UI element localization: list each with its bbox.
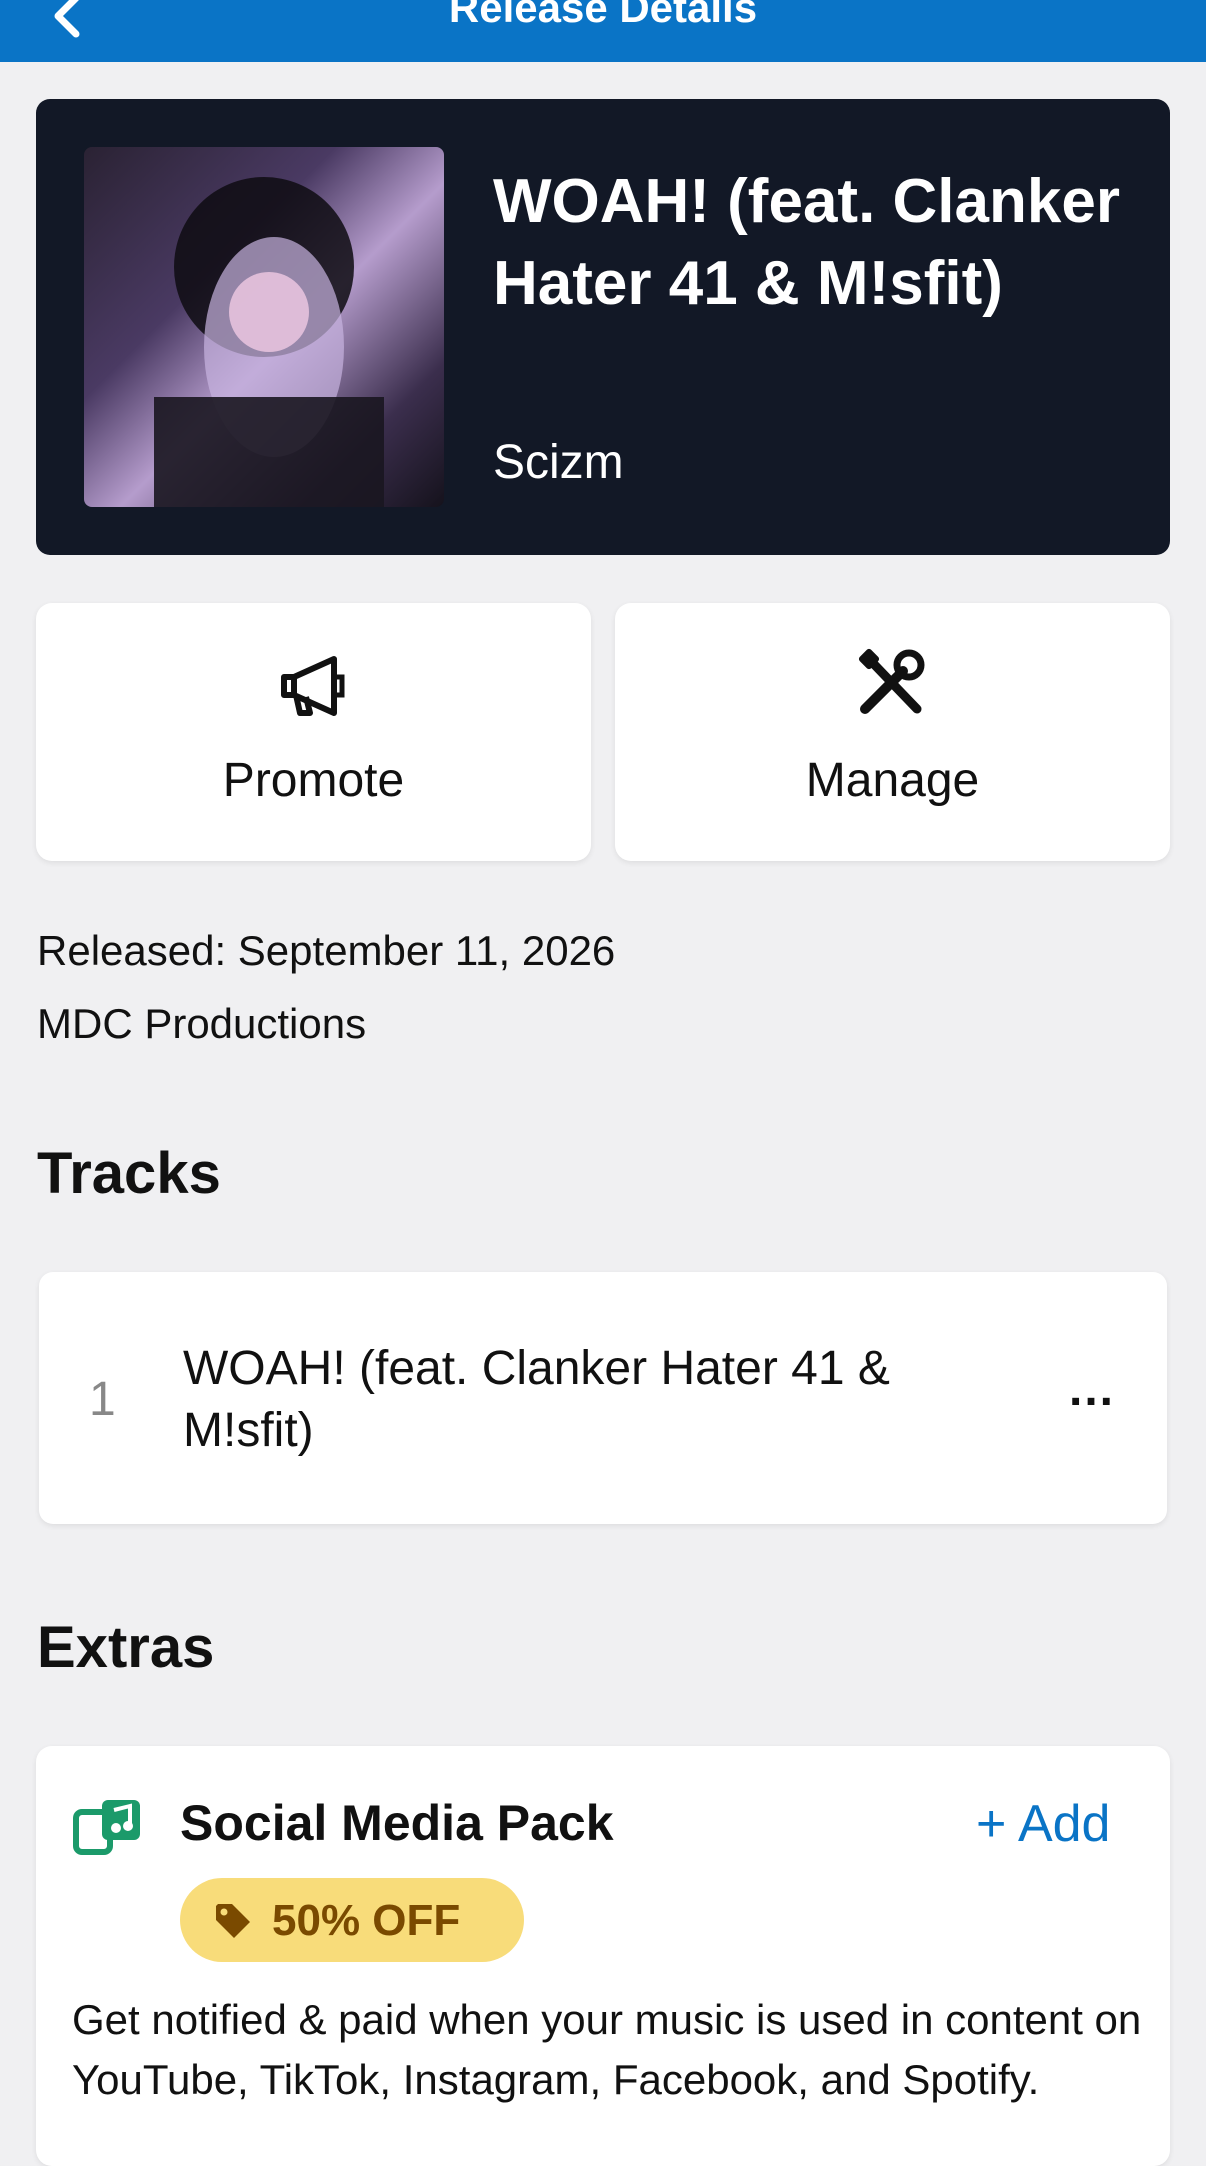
add-extra-button[interactable]: + Add	[976, 1794, 1110, 1854]
extra-description: Get notified & paid when your music is u…	[72, 1996, 1142, 2103]
release-title: WOAH! (feat. Clanker Hater 41 & M!sfit)	[493, 167, 1120, 318]
track-row[interactable]: 1 WOAH! (feat. Clanker Hater 41 & M!sfit…	[39, 1272, 1167, 1524]
promote-button[interactable]: Promote	[36, 603, 591, 861]
track-number: 1	[89, 1373, 116, 1426]
discount-text: 50% OFF	[272, 1896, 461, 1945]
extras-heading: Extras	[37, 1615, 215, 1680]
release-date: Released: September 11, 2026	[37, 927, 616, 974]
manage-button[interactable]: Manage	[615, 603, 1170, 861]
discount-badge: 50% OFF	[180, 1878, 524, 1962]
promote-label: Promote	[222, 754, 405, 807]
social-music-icon	[73, 1800, 140, 1855]
tag-icon	[216, 1904, 250, 1938]
track-title: WOAH! (feat. Clanker Hater 41 & M!sfit)	[183, 1342, 890, 1457]
extra-card-social-media-pack: Social Media Pack + Add 50% OFF Get noti…	[36, 1746, 1170, 2166]
cover-art	[84, 147, 444, 507]
header-bar: Release Details	[0, 0, 1206, 62]
extra-name: Social Media Pack	[180, 1795, 614, 1851]
release-card: WOAH! (feat. Clanker Hater 41 & M!sfit) …	[36, 99, 1170, 555]
page-title: Release Details	[448, 0, 758, 31]
more-options-icon[interactable]: ...	[1069, 1362, 1115, 1417]
release-artist[interactable]: Scizm	[493, 435, 624, 490]
manage-label: Manage	[805, 754, 980, 807]
tools-icon	[858, 648, 924, 714]
megaphone-icon	[280, 656, 344, 716]
release-label: MDC Productions	[37, 1000, 367, 1047]
tracks-heading: Tracks	[37, 1141, 221, 1206]
